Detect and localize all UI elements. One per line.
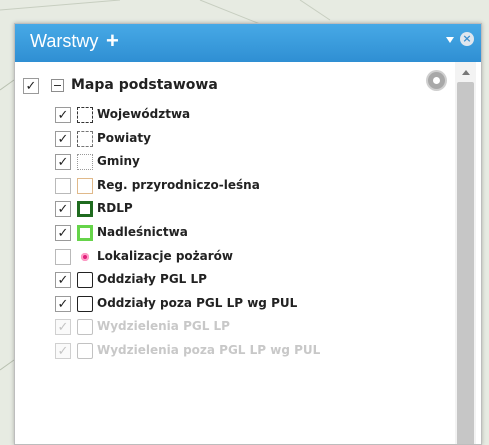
scroll-up-arrow-icon[interactable]	[462, 70, 470, 75]
legend-symbol-icon	[77, 107, 93, 123]
layer-row: ✓ Powiaty	[55, 129, 445, 151]
layer-checkbox[interactable]: ✓	[55, 295, 71, 312]
layer-row: ✓ Województwa	[55, 105, 445, 127]
legend-symbol-icon	[77, 130, 93, 147]
layer-checkbox[interactable]: ✓	[55, 107, 71, 123]
layer-row: ✓ RDLP	[55, 199, 445, 221]
layer-label: Wydzielenia PGL LP	[97, 319, 230, 334]
layer-checkbox[interactable]: ✓	[55, 130, 71, 147]
layer-row: ✓ Oddziały PGL LP	[55, 270, 445, 292]
layer-row: Reg. przyrodniczo-leśna	[55, 176, 445, 198]
layer-label: Oddziały poza PGL LP wg PUL	[97, 295, 298, 310]
legend-symbol-icon	[77, 343, 93, 359]
group-label: Mapa podstawowa	[71, 77, 218, 93]
layer-label: Gminy	[97, 154, 140, 169]
layer-row: ✓ Wydzielenia PGL LP	[55, 317, 445, 339]
layer-checkbox: ✓	[55, 343, 71, 359]
layer-row: ✓ Nadleśnictwa	[55, 223, 445, 245]
panel-header: Warstwy + ×	[15, 24, 481, 62]
legend-symbol-icon	[77, 154, 93, 171]
layer-row: ✓ Wydzielenia poza PGL LP wg PUL	[55, 341, 445, 363]
layer-checkbox[interactable]: ✓	[55, 272, 71, 289]
layer-checkbox[interactable]	[55, 177, 71, 194]
layer-label: Powiaty	[97, 130, 151, 145]
legend-symbol-icon	[77, 225, 93, 241]
layer-checkbox[interactable]: ✓	[55, 201, 71, 218]
legend-symbol-icon	[77, 319, 93, 336]
layer-row: Lokalizacje pożarów	[55, 247, 445, 269]
layer-row: ✓ Gminy	[55, 152, 445, 174]
panel-title: Warstwy	[30, 31, 99, 51]
group-checkbox[interactable]: ✓	[23, 78, 39, 94]
layer-label: Lokalizacje pożarów	[97, 248, 233, 263]
layer-row: ✓ Oddziały poza PGL LP wg PUL	[55, 294, 445, 316]
legend-symbol-icon	[77, 272, 93, 289]
layer-checkbox: ✓	[55, 319, 71, 336]
layers-panel: Warstwy + × ✓ Mapa podstawowa ✓ Województ…	[14, 23, 482, 445]
legend-symbol-icon	[77, 249, 93, 265]
layer-label: Oddziały PGL LP	[97, 272, 207, 287]
layer-label: Wydzielenia poza PGL LP wg PUL	[97, 343, 321, 357]
group-row-mapa-podstawowa: ✓ Mapa podstawowa	[23, 76, 443, 98]
collapse-icon[interactable]	[51, 79, 64, 92]
layer-checkbox[interactable]: ✓	[55, 225, 71, 241]
panel-menu-icon[interactable]	[446, 37, 454, 43]
layer-checkbox[interactable]	[55, 248, 71, 265]
legend-symbol-icon	[77, 177, 93, 194]
layer-tree: ✓ Mapa podstawowa ✓ Województwa ✓ Powiaty ✓ G…	[15, 62, 481, 444]
layer-checkbox[interactable]: ✓	[55, 154, 71, 171]
scrollbar[interactable]	[455, 62, 476, 444]
layer-label: RDLP	[97, 201, 133, 216]
layer-label: Reg. przyrodniczo-leśna	[97, 177, 260, 192]
gear-icon[interactable]	[428, 72, 445, 89]
scroll-thumb[interactable]	[457, 82, 474, 444]
legend-symbol-icon	[77, 295, 93, 312]
layer-label: Województwa	[97, 107, 191, 121]
layer-label: Nadleśnictwa	[97, 225, 188, 239]
legend-symbol-icon	[77, 201, 93, 218]
add-layer-icon[interactable]: +	[106, 27, 119, 55]
close-icon[interactable]: ×	[460, 32, 474, 46]
